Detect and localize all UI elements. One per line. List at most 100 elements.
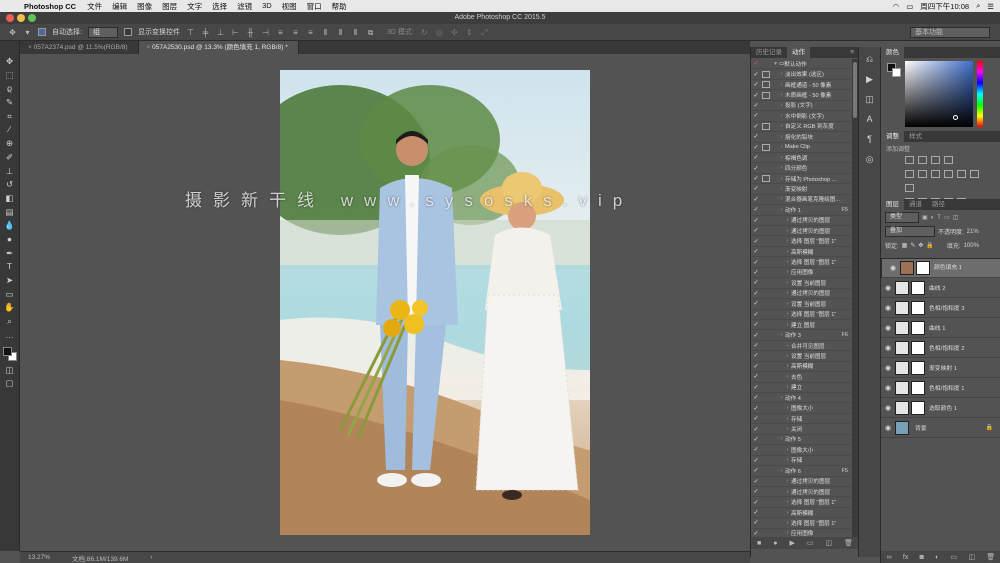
expand-chevron-icon[interactable]: › [778, 395, 785, 401]
expand-chevron-icon[interactable]: › [778, 82, 785, 88]
document-tab[interactable]: × 057A2374.psd @ 11.5%(RGB/8) [20, 41, 139, 54]
dialog-toggle[interactable] [762, 530, 770, 537]
layer-row[interactable]: ◉ 曲线 1 [881, 318, 1000, 338]
layer-name[interactable]: 选取颜色 1 [929, 403, 957, 412]
3d-scale-icon[interactable]: ⤢ [480, 28, 489, 37]
dialog-toggle[interactable] [762, 290, 770, 297]
tab-layers[interactable]: 图层 [881, 199, 904, 210]
action-toggle-checkbox[interactable]: ✓ [752, 290, 760, 297]
dialog-toggle[interactable] [762, 384, 770, 391]
workspace-dropdown[interactable]: 基本功能 [910, 27, 990, 38]
record-icon[interactable]: ● [773, 540, 777, 547]
action-row[interactable]: ✓ › 合并可见图层 [751, 341, 851, 352]
document-tab[interactable]: × 057A2530.psd @ 13.3% (颜色填充 1, RGB/8) * [138, 41, 299, 54]
menu-list-icon[interactable]: ☰ [987, 2, 994, 11]
dialog-toggle[interactable] [762, 499, 770, 506]
dialog-toggle[interactable] [762, 321, 770, 328]
expand-chevron-icon[interactable]: › [784, 530, 791, 536]
pen-tool-icon[interactable]: ✒ [4, 248, 16, 259]
action-toggle-checkbox[interactable]: ✓ [752, 436, 760, 443]
dialog-toggle[interactable] [762, 488, 770, 495]
color-picker-cursor[interactable] [953, 115, 958, 120]
tab-channels[interactable]: 通道 [904, 199, 927, 210]
action-row[interactable]: ✓ › 淡出效果 (选区) [751, 69, 851, 80]
color-picker-field[interactable] [905, 61, 973, 127]
document-size[interactable]: 文档:86.1M/139.6M [72, 553, 128, 563]
expand-chevron-icon[interactable]: › [784, 447, 791, 453]
path-select-tool-icon[interactable]: ➤ [4, 275, 16, 286]
distribute-right-icon[interactable]: ⦀ [351, 28, 360, 37]
dialog-toggle[interactable] [762, 165, 770, 172]
filter-pixel-icon[interactable]: ▣ [922, 214, 928, 221]
action-toggle-checkbox[interactable]: ✓ [752, 426, 760, 433]
menu-item[interactable]: 图层 [162, 1, 177, 12]
action-row[interactable]: ✓ › 选择 图层 "图层 1" [751, 518, 851, 529]
dialog-toggle[interactable] [762, 206, 770, 213]
action-toggle-checkbox[interactable]: ✓ [752, 112, 760, 119]
action-row[interactable]: ✓ ▾ ▭ 默认动作 [751, 59, 851, 70]
action-toggle-checkbox[interactable]: ✓ [752, 123, 760, 130]
expand-chevron-icon[interactable]: › [784, 269, 791, 275]
dialog-toggle[interactable] [762, 426, 770, 433]
dialog-toggle[interactable] [762, 259, 770, 266]
dialog-toggle[interactable] [762, 509, 770, 516]
action-row[interactable]: ✓ › 高斯模糊 [751, 508, 851, 519]
layer-mask-thumbnail[interactable] [916, 261, 930, 275]
lock-pixels-icon[interactable]: ▦ [902, 242, 908, 249]
menu-item[interactable]: 文字 [187, 1, 202, 12]
history-panel-icon[interactable]: ⎌ [863, 53, 877, 65]
action-row[interactable]: ✓ › 存储为 Photoshop ... [751, 174, 851, 185]
dialog-toggle[interactable] [762, 81, 770, 89]
action-toggle-checkbox[interactable]: ✓ [752, 206, 760, 213]
layer-row[interactable]: ◉ 颜色填充 1 [881, 258, 1000, 278]
visibility-eye-icon[interactable]: ◉ [881, 364, 895, 372]
dialog-toggle[interactable] [762, 175, 770, 183]
layer-name[interactable]: 色相/饱和度 3 [929, 303, 964, 312]
dialog-toggle[interactable] [762, 185, 770, 192]
expand-chevron-icon[interactable]: › [778, 207, 785, 213]
layer-style-icon[interactable]: fx [903, 554, 908, 561]
filter-smart-icon[interactable]: ◫ [953, 214, 959, 221]
opacity-value[interactable]: 21% [967, 229, 979, 235]
action-row[interactable]: ✓ › 关闭 [751, 424, 851, 435]
3d-rotate-icon[interactable]: ↻ [420, 28, 429, 37]
action-row[interactable]: ✓ › 动作 3 F6 [751, 330, 851, 341]
menu-item[interactable]: 帮助 [332, 1, 347, 12]
action-toggle-checkbox[interactable]: ✓ [752, 248, 760, 255]
zoom-window-button[interactable] [28, 14, 36, 22]
layer-mask-thumbnail[interactable] [911, 380, 925, 395]
expand-chevron-icon[interactable]: › [778, 468, 785, 474]
action-row[interactable]: ✓ › 水中倒影 (文字) [751, 111, 851, 122]
action-row[interactable]: ✓ › 设置 当前图层 [751, 351, 851, 362]
clock[interactable]: 周四下午10:08 [920, 1, 969, 12]
action-row[interactable]: ✓ › 建立 图层 [751, 320, 851, 331]
new-layer-icon[interactable]: ◫ [969, 553, 976, 561]
auto-select-checkbox[interactable] [38, 28, 46, 36]
expand-chevron-icon[interactable]: › [784, 363, 791, 369]
expand-chevron-icon[interactable]: › [784, 311, 791, 317]
action-toggle-checkbox[interactable]: ✓ [752, 196, 760, 203]
clone-stamp-tool-icon[interactable]: ⊥ [4, 166, 16, 177]
paragraph-panel-icon[interactable]: ¶ [863, 133, 877, 145]
filter-adjust-icon[interactable]: ◐ [931, 215, 935, 221]
layer-thumbnail[interactable] [895, 280, 909, 295]
visibility-eye-icon[interactable]: ◉ [881, 324, 895, 332]
distribute-left-icon[interactable]: ⦀ [321, 28, 330, 37]
link-layers-icon[interactable]: ∞ [887, 554, 892, 561]
menu-item[interactable]: 滤镜 [237, 1, 252, 12]
layer-mask-thumbnail[interactable] [911, 280, 925, 295]
expand-chevron-icon[interactable]: › [784, 499, 791, 505]
align-left-icon[interactable]: ⊢ [231, 28, 240, 37]
action-row[interactable]: ✓ › 去色 [751, 372, 851, 383]
expand-chevron-icon[interactable]: › [778, 155, 785, 161]
new-adjustment-icon[interactable]: ◐ [935, 554, 939, 561]
action-toggle-checkbox[interactable]: ✓ [752, 165, 760, 172]
stop-icon[interactable]: ■ [757, 540, 761, 547]
action-toggle-checkbox[interactable]: ✓ [752, 457, 760, 464]
new-set-icon[interactable]: ▭ [807, 539, 814, 547]
dialog-toggle[interactable] [762, 457, 770, 464]
search-icon[interactable]: ⌕ [976, 1, 980, 11]
visibility-eye-icon[interactable]: ◉ [881, 304, 895, 312]
visibility-eye-icon[interactable]: ◉ [881, 344, 895, 352]
dialog-toggle[interactable] [762, 311, 770, 318]
